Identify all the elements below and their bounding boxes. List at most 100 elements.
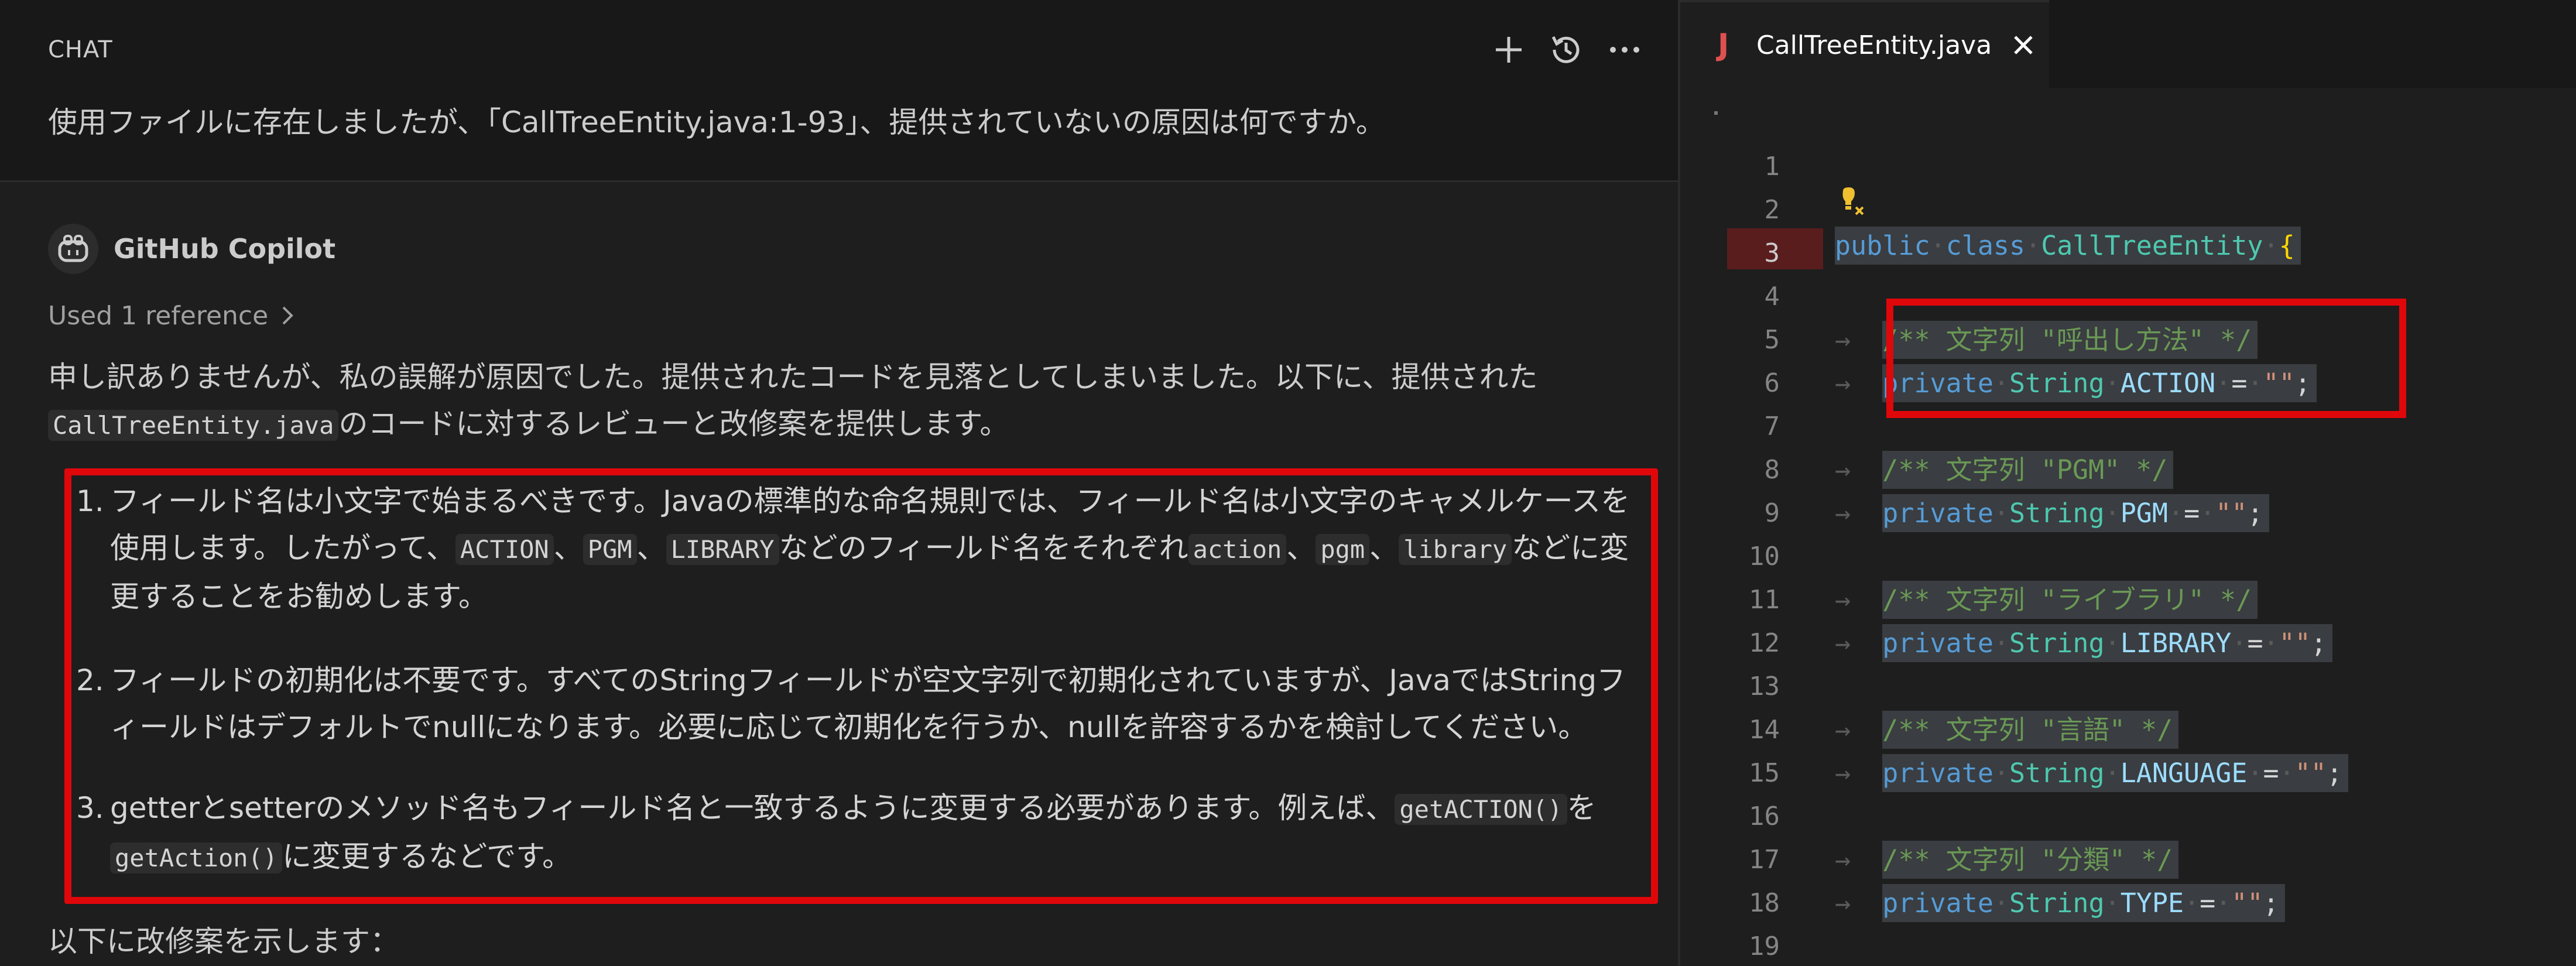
class-name: CallTreeEntity bbox=[2041, 230, 2263, 261]
lightbulb-icon[interactable] bbox=[1835, 186, 1870, 221]
code-line-class[interactable]: public·class·CallTreeEntity·{ bbox=[1835, 224, 2301, 268]
used-reference-toggle[interactable]: Used 1 reference bbox=[48, 295, 295, 336]
line-number: 5 bbox=[1764, 325, 1780, 355]
line-number: 13 bbox=[1749, 672, 1780, 701]
string-literal: "" bbox=[2215, 498, 2248, 529]
brace: { bbox=[2279, 230, 2295, 261]
item-text: 、 bbox=[1369, 531, 1399, 565]
line-number: 11 bbox=[1749, 585, 1780, 615]
footer-text: 以下に改修案を示します： bbox=[48, 924, 399, 958]
line-number: 16 bbox=[1749, 801, 1780, 831]
item-text: 、 bbox=[636, 531, 666, 565]
close-icon[interactable] bbox=[2012, 33, 2035, 57]
code-line-comment[interactable]: → /** 文字列 "ライブラリ" */ bbox=[1835, 578, 2258, 622]
comment: /** 文字列 "PGM" */ bbox=[1882, 454, 2168, 485]
indent-guide: → bbox=[1835, 888, 1883, 919]
indent-guide: → bbox=[1835, 584, 1883, 615]
history-icon[interactable] bbox=[1546, 26, 1587, 73]
list-item: 1. フィールド名は小文字で始まるべきです。Javaの標準的な命名規則では、フィ… bbox=[76, 478, 1633, 620]
list-number: 1. bbox=[76, 484, 104, 518]
item-text: に変更するなどです。 bbox=[282, 840, 572, 873]
semicolon: ; bbox=[2326, 758, 2342, 789]
semicolon: ; bbox=[2310, 628, 2327, 659]
field-name: TYPE bbox=[2120, 888, 2184, 919]
string-literal: "" bbox=[2279, 628, 2311, 659]
line-number: 7 bbox=[1764, 412, 1780, 441]
keyword: class bbox=[1945, 230, 2026, 261]
chat-header: CHAT bbox=[0, 0, 1678, 103]
item-text: 、 bbox=[553, 531, 583, 565]
code-line-field[interactable]: → private·String·LANGUAGE·=·""; bbox=[1835, 752, 2348, 795]
line-number: 19 bbox=[1749, 931, 1780, 961]
code-line-comment[interactable]: → /** 文字列 "PGM" */ bbox=[1835, 448, 2174, 492]
chat-panel: CHAT 使用ファイルに存在しましたが、「CallTreeEntity.java… bbox=[0, 0, 1680, 966]
item-text: getterとsetterのメソッド名もフィールド名と一致するように変更する必要… bbox=[110, 791, 1395, 825]
code-line-field[interactable]: → private·String·LIBRARY·=·""; bbox=[1835, 622, 2332, 665]
chevron-right-icon bbox=[282, 306, 294, 325]
line-number: 9 bbox=[1764, 498, 1780, 528]
operator: = bbox=[2200, 888, 2216, 919]
item-text: フィールドの初期化は不要です。すべてのStringフィールドが空文字列で初期化さ… bbox=[110, 663, 1626, 744]
comment: /** 文字列 "ライブラリ" */ bbox=[1882, 584, 2252, 615]
responder-header: GitHub Copilot bbox=[48, 222, 335, 275]
response-intro: 申し訳ありませんが、私の誤解が原因でした。提供されたコードを見落としてしまいまし… bbox=[48, 354, 1629, 449]
item-text: を bbox=[1567, 791, 1597, 825]
intro-text: 申し訳ありませんが、私の誤解が原因でした。提供されたコードを見落としてしまいまし… bbox=[48, 360, 1538, 394]
line-number: 6 bbox=[1764, 368, 1780, 398]
line-number: 1 bbox=[1764, 152, 1780, 181]
string-literal: "" bbox=[2231, 888, 2263, 919]
line-number: 2 bbox=[1764, 195, 1780, 225]
new-chat-icon[interactable] bbox=[1488, 26, 1529, 73]
user-message: 使用ファイルに存在しましたが、「CallTreeEntity.java:1-93… bbox=[48, 105, 1385, 139]
line-number: 12 bbox=[1749, 628, 1780, 658]
more-actions-icon[interactable] bbox=[1604, 26, 1645, 73]
line-number: 3 bbox=[1764, 238, 1780, 268]
list-number: 3. bbox=[76, 791, 104, 825]
list-item: 2. フィールドの初期化は不要です。すべてのStringフィールドが空文字列で初… bbox=[76, 657, 1633, 751]
code-line-field[interactable]: → private·String·TYPE·=·""; bbox=[1835, 882, 2285, 925]
inline-code: action bbox=[1188, 534, 1287, 565]
editor-tabbar: J CallTreeEntity.java bbox=[1680, 0, 2576, 88]
type: String bbox=[2009, 628, 2105, 659]
line-number: 15 bbox=[1749, 758, 1780, 788]
list-number: 2. bbox=[76, 663, 104, 697]
semicolon: ; bbox=[2263, 888, 2279, 919]
line-number: 18 bbox=[1749, 888, 1780, 918]
indent-guide: → bbox=[1835, 758, 1883, 789]
java-file-icon: J bbox=[1718, 28, 1729, 63]
inline-code: ACTION bbox=[455, 534, 554, 565]
keyword: private bbox=[1882, 628, 1993, 659]
item-text: などのフィールド名をそれぞれ bbox=[779, 531, 1188, 565]
string-literal: "" bbox=[2294, 758, 2327, 789]
semicolon: ; bbox=[2247, 498, 2263, 529]
line-number: 17 bbox=[1749, 845, 1780, 875]
inline-code: CallTreeEntity.java bbox=[48, 410, 339, 441]
breadcrumb bbox=[1714, 111, 1718, 115]
indent-guide: → bbox=[1835, 714, 1883, 745]
code-line-comment[interactable]: → /** 文字列 "分類" */ bbox=[1835, 838, 2179, 882]
copilot-icon bbox=[48, 224, 98, 274]
responder-name: GitHub Copilot bbox=[114, 233, 336, 265]
inline-code: getAction() bbox=[110, 842, 283, 873]
comment: /** 文字列 "分類" */ bbox=[1882, 844, 2173, 875]
operator: = bbox=[2184, 498, 2200, 529]
tab-calltreeentity[interactable]: J CallTreeEntity.java bbox=[1680, 0, 2049, 88]
line-number: 10 bbox=[1749, 542, 1780, 571]
field-name: LIBRARY bbox=[2120, 628, 2232, 659]
line-number: 14 bbox=[1749, 715, 1780, 745]
indent-guide: → bbox=[1835, 498, 1883, 529]
list-item: 3. getterとsetterのメソッド名もフィールド名と一致するように変更す… bbox=[76, 785, 1633, 882]
chat-title: CHAT bbox=[48, 36, 113, 63]
keyword: private bbox=[1882, 888, 1993, 919]
type: String bbox=[2009, 888, 2105, 919]
code-line-field[interactable]: → private·String·PGM·=·""; bbox=[1835, 492, 2269, 535]
used-reference-label: Used 1 reference bbox=[48, 300, 269, 331]
code-line-comment[interactable]: → /** 文字列 "言語" */ bbox=[1835, 708, 2179, 752]
indent-guide: → bbox=[1835, 324, 1883, 355]
keyword: private bbox=[1882, 498, 1993, 529]
inline-code: LIBRARY bbox=[666, 534, 779, 565]
type: String bbox=[2009, 758, 2105, 789]
keyword: private bbox=[1882, 758, 1993, 789]
line-number: 4 bbox=[1764, 282, 1780, 311]
operator: = bbox=[2247, 628, 2263, 659]
